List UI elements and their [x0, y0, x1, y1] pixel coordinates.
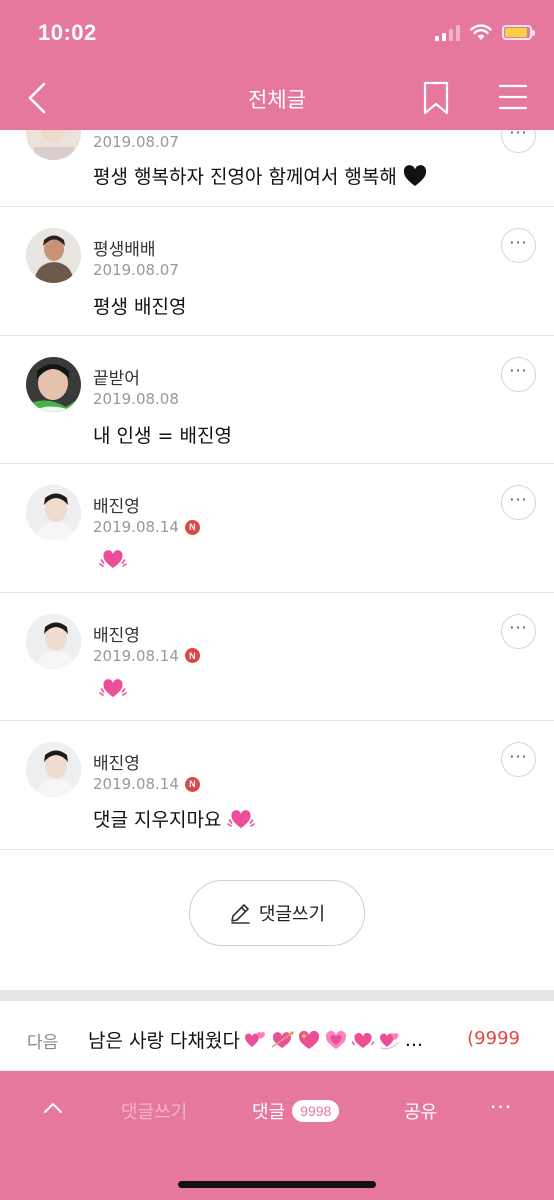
share-button[interactable]: 공유 [404, 1098, 437, 1124]
two-hearts-icon [244, 1031, 265, 1047]
next-post-comment-count: (9999 [467, 1028, 520, 1049]
comment-item: 2019.08.07 평생 행복하자 진영아 함께여서 행복해 ··· [0, 130, 554, 207]
black-heart-icon [403, 164, 426, 186]
comment-author[interactable]: 배진영 [93, 749, 140, 774]
next-post-title[interactable]: 남은 사랑 다채웠다 ... [88, 1026, 448, 1053]
write-comment-label: 댓글쓰기 [258, 904, 326, 925]
comment-author[interactable]: 평생배배 [93, 235, 156, 260]
comment-author[interactable]: 끝받어 [93, 364, 140, 389]
status-time: 10:02 [38, 20, 97, 45]
comment-more-button[interactable]: ··· [501, 742, 536, 777]
cellular-signal-icon [435, 24, 460, 41]
comment-date: 2019.08.14 N [93, 775, 200, 793]
comment-text: 내 인생 = 배진영 [93, 424, 232, 447]
next-post-label: 다음 [27, 1033, 59, 1053]
next-post-row[interactable]: 다음 남은 사랑 다채웠다 ... (9999 [0, 1001, 554, 1071]
comment-more-button[interactable]: ··· [501, 485, 536, 520]
comment-item: 평생배배 2019.08.07 평생 배진영 ··· [0, 207, 554, 336]
status-bar: 10:02 [0, 0, 554, 66]
comment-author[interactable]: 배진영 [93, 621, 140, 646]
comment-date: 2019.08.07 [93, 261, 179, 279]
comment-count-badge: 9998 [292, 1100, 340, 1122]
nav-bar: 전체글 [0, 66, 554, 130]
new-badge: N [184, 519, 200, 535]
comment-text: 댓글 지우지마요 [93, 805, 256, 832]
vibrating-heart-icon [99, 678, 127, 697]
avatar[interactable] [26, 356, 81, 412]
bottom-comments-button[interactable]: 댓글 9998 [252, 1098, 340, 1124]
heart-with-arrow-icon [271, 1030, 294, 1048]
section-divider [0, 990, 554, 1001]
avatar[interactable] [26, 613, 81, 669]
new-badge: N [184, 776, 200, 792]
avatar[interactable] [26, 130, 81, 160]
comment-item: 배진영 2019.08.14 N ··· [0, 593, 554, 721]
comment-author[interactable]: 배진영 [93, 492, 140, 517]
sparkling-heart-icon [298, 1030, 320, 1049]
comment-date: 2019.08.14 N [93, 647, 200, 665]
avatar[interactable] [26, 742, 81, 797]
bottom-more-button[interactable]: ··· [490, 1095, 512, 1119]
comment-more-button[interactable]: ··· [501, 130, 536, 153]
scroll-to-top-icon[interactable] [40, 1095, 66, 1121]
comment-date: 2019.08.08 [93, 389, 179, 408]
comment-text [93, 675, 127, 701]
new-badge: N [184, 648, 200, 663]
battery-icon [502, 25, 535, 40]
avatar[interactable] [26, 228, 81, 283]
page-title: 전체글 [248, 88, 306, 112]
comment-text: 평생 행복하자 진영아 함께여서 행복해 [93, 162, 427, 189]
status-icons [435, 24, 535, 41]
comment-list: 2019.08.07 평생 행복하자 진영아 함께여서 행복해 ··· 평생배배… [0, 130, 554, 850]
comment-text [93, 546, 127, 572]
comment-more-button[interactable]: ··· [501, 613, 536, 649]
wifi-icon [470, 24, 492, 40]
comment-date: 2019.08.07 [93, 133, 179, 151]
write-comment-button[interactable]: 댓글쓰기 [189, 880, 365, 946]
bottom-write-comment-button[interactable]: 댓글쓰기 [121, 1098, 187, 1124]
comment-more-button[interactable]: ··· [501, 356, 536, 392]
beating-heart-icon [351, 1032, 375, 1048]
comment-text: 평생 배진영 [93, 296, 187, 318]
vibrating-heart-icon [227, 809, 256, 828]
comment-item: 배진영 2019.08.14 N ··· [0, 464, 554, 593]
avatar[interactable] [26, 485, 81, 540]
revolving-hearts-icon [379, 1032, 400, 1049]
pencil-icon [231, 904, 250, 924]
comment-item: 끝받어 2019.08.08 내 인생 = 배진영 ··· [0, 336, 554, 464]
write-comment-area: 댓글쓰기 [0, 850, 554, 990]
growing-heart-icon [325, 1030, 347, 1049]
comment-item: 배진영 2019.08.14 N 댓글 지우지마요 ··· [0, 721, 554, 850]
bookmark-icon[interactable] [422, 81, 450, 115]
comment-date: 2019.08.14 N [93, 518, 200, 536]
home-indicator[interactable] [178, 1181, 376, 1188]
hamburger-menu-icon[interactable] [498, 82, 528, 112]
vibrating-heart-icon [99, 550, 127, 568]
comment-more-button[interactable]: ··· [501, 228, 536, 263]
